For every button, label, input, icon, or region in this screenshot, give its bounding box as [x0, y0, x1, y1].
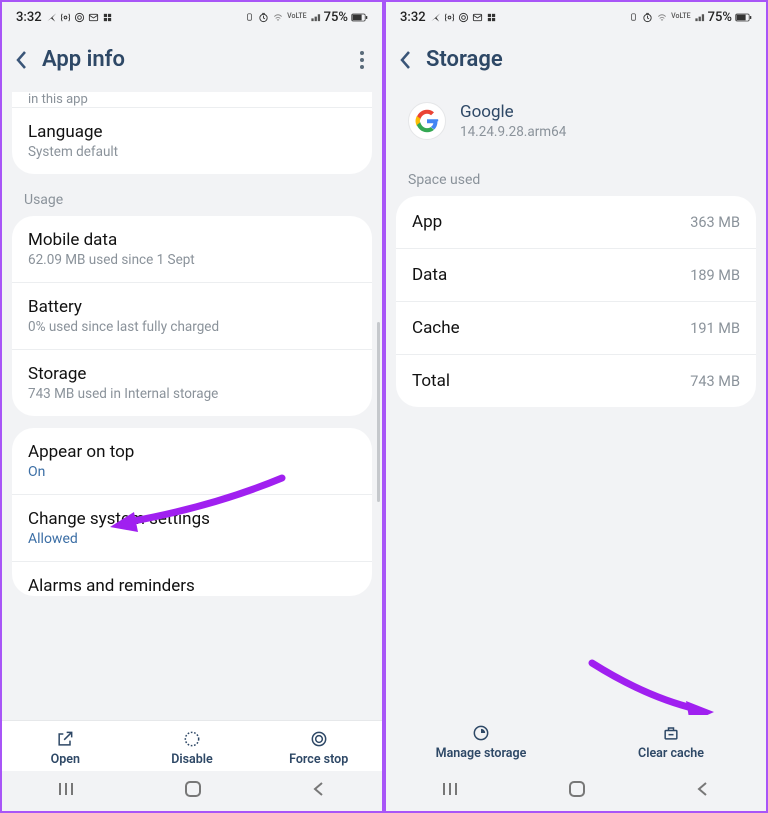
- nav-bar: [2, 771, 382, 811]
- item-sub: On: [28, 464, 356, 480]
- item-title: Storage: [28, 364, 356, 384]
- clear-cache-icon: [661, 723, 681, 743]
- change-system-settings-item[interactable]: Change system settings Allowed: [12, 494, 372, 561]
- item-title: Alarms and reminders: [28, 576, 356, 596]
- force-stop-button[interactable]: Force stop: [255, 729, 382, 767]
- annotation-arrow: [586, 657, 726, 715]
- disable-button[interactable]: Disable: [129, 729, 256, 767]
- app-version: 14.24.9.28.arm64: [460, 124, 566, 140]
- action-label: Open: [51, 752, 80, 767]
- language-item[interactable]: Language System default: [12, 107, 372, 174]
- status-app-icons: [46, 12, 113, 23]
- alarms-item[interactable]: Alarms and reminders: [12, 561, 372, 596]
- section-usage-label: Usage: [2, 186, 382, 216]
- item-title: Change system settings: [28, 509, 356, 529]
- row-val: 189 MB: [690, 267, 740, 284]
- nav-bar: [386, 771, 766, 811]
- status-app-icons: [430, 12, 497, 23]
- item-title: Appear on top: [28, 442, 356, 462]
- space-data-row: Data 189 MB: [396, 248, 756, 301]
- section-space-label: Space used: [386, 166, 766, 196]
- scrollbar[interactable]: [377, 322, 380, 502]
- status-bar: 3:32 VoLTE 75%: [2, 2, 382, 29]
- space-cache-row: Cache 191 MB: [396, 301, 756, 354]
- nav-back[interactable]: [311, 781, 327, 801]
- disable-icon: [182, 729, 202, 749]
- item-title: Battery: [28, 297, 356, 317]
- manage-storage-button[interactable]: Manage storage: [386, 723, 576, 761]
- nav-recents[interactable]: [441, 781, 459, 801]
- mobile-data-item[interactable]: Mobile data 62.09 MB used since 1 Sept: [12, 216, 372, 282]
- status-system-icons: VoLTE: [244, 12, 320, 23]
- google-app-icon: [408, 102, 446, 140]
- item-sub: System default: [28, 144, 356, 160]
- manage-storage-icon: [471, 723, 491, 743]
- item-title: Mobile data: [28, 230, 356, 250]
- battery-icon: [735, 12, 752, 23]
- phone-left: 3:32 VoLTE 75% App info: [0, 0, 384, 813]
- status-battery-pct: 75%: [708, 10, 732, 25]
- battery-icon: [351, 12, 368, 23]
- status-battery-pct: 75%: [324, 10, 348, 25]
- bottom-actions: Manage storage Clear cache: [386, 715, 766, 771]
- item-sub: 62.09 MB used since 1 Sept: [28, 252, 356, 268]
- nav-back[interactable]: [695, 781, 711, 801]
- action-label: Manage storage: [436, 746, 527, 761]
- space-app-row: App 363 MB: [396, 196, 756, 248]
- force-stop-icon: [309, 729, 329, 749]
- cut-off-text: in this app: [12, 92, 372, 107]
- row-val: 363 MB: [690, 214, 740, 231]
- bottom-actions: Open Disable Force stop: [2, 720, 382, 771]
- back-button[interactable]: [16, 50, 28, 70]
- action-label: Force stop: [289, 752, 348, 767]
- battery-item[interactable]: Battery 0% used since last fully charged: [12, 282, 372, 349]
- back-button[interactable]: [400, 50, 412, 70]
- action-label: Disable: [171, 752, 213, 767]
- content-area: in this app Language System default Usag…: [2, 92, 382, 720]
- status-system-icons: VoLTE: [628, 12, 704, 23]
- header-title: App info: [42, 47, 125, 72]
- space-total-row: Total 743 MB: [396, 354, 756, 407]
- nav-home[interactable]: [184, 780, 202, 802]
- row-key: App: [412, 212, 442, 232]
- row-val: 743 MB: [690, 373, 740, 390]
- row-val: 191 MB: [690, 320, 740, 337]
- header-title: Storage: [426, 47, 503, 72]
- row-key: Cache: [412, 318, 460, 338]
- status-time: 3:32: [16, 10, 42, 25]
- status-time: 3:32: [400, 10, 426, 25]
- content-area: Google 14.24.9.28.arm64 Space used App 3…: [386, 92, 766, 715]
- item-sub: 0% used since last fully charged: [28, 319, 356, 335]
- open-button[interactable]: Open: [2, 729, 129, 767]
- item-sub: 743 MB used in Internal storage: [28, 386, 356, 402]
- nav-recents[interactable]: [57, 781, 75, 801]
- overflow-menu-button[interactable]: [360, 51, 364, 69]
- item-title: Language: [28, 122, 356, 142]
- item-sub: Allowed: [28, 531, 356, 547]
- appear-on-top-item[interactable]: Appear on top On: [12, 428, 372, 494]
- open-icon: [55, 729, 75, 749]
- app-name: Google: [460, 102, 566, 122]
- phone-right: 3:32 VoLTE 75% Storage: [384, 0, 768, 813]
- app-info-row: Google 14.24.9.28.arm64: [386, 92, 766, 166]
- action-label: Clear cache: [638, 746, 704, 761]
- nav-home[interactable]: [568, 780, 586, 802]
- storage-item[interactable]: Storage 743 MB used in Internal storage: [12, 349, 372, 416]
- app-header: App info: [2, 29, 382, 92]
- app-header: Storage: [386, 29, 766, 92]
- row-key: Total: [412, 371, 450, 391]
- clear-cache-button[interactable]: Clear cache: [576, 723, 766, 761]
- status-bar: 3:32 VoLTE 75%: [386, 2, 766, 29]
- row-key: Data: [412, 265, 447, 285]
